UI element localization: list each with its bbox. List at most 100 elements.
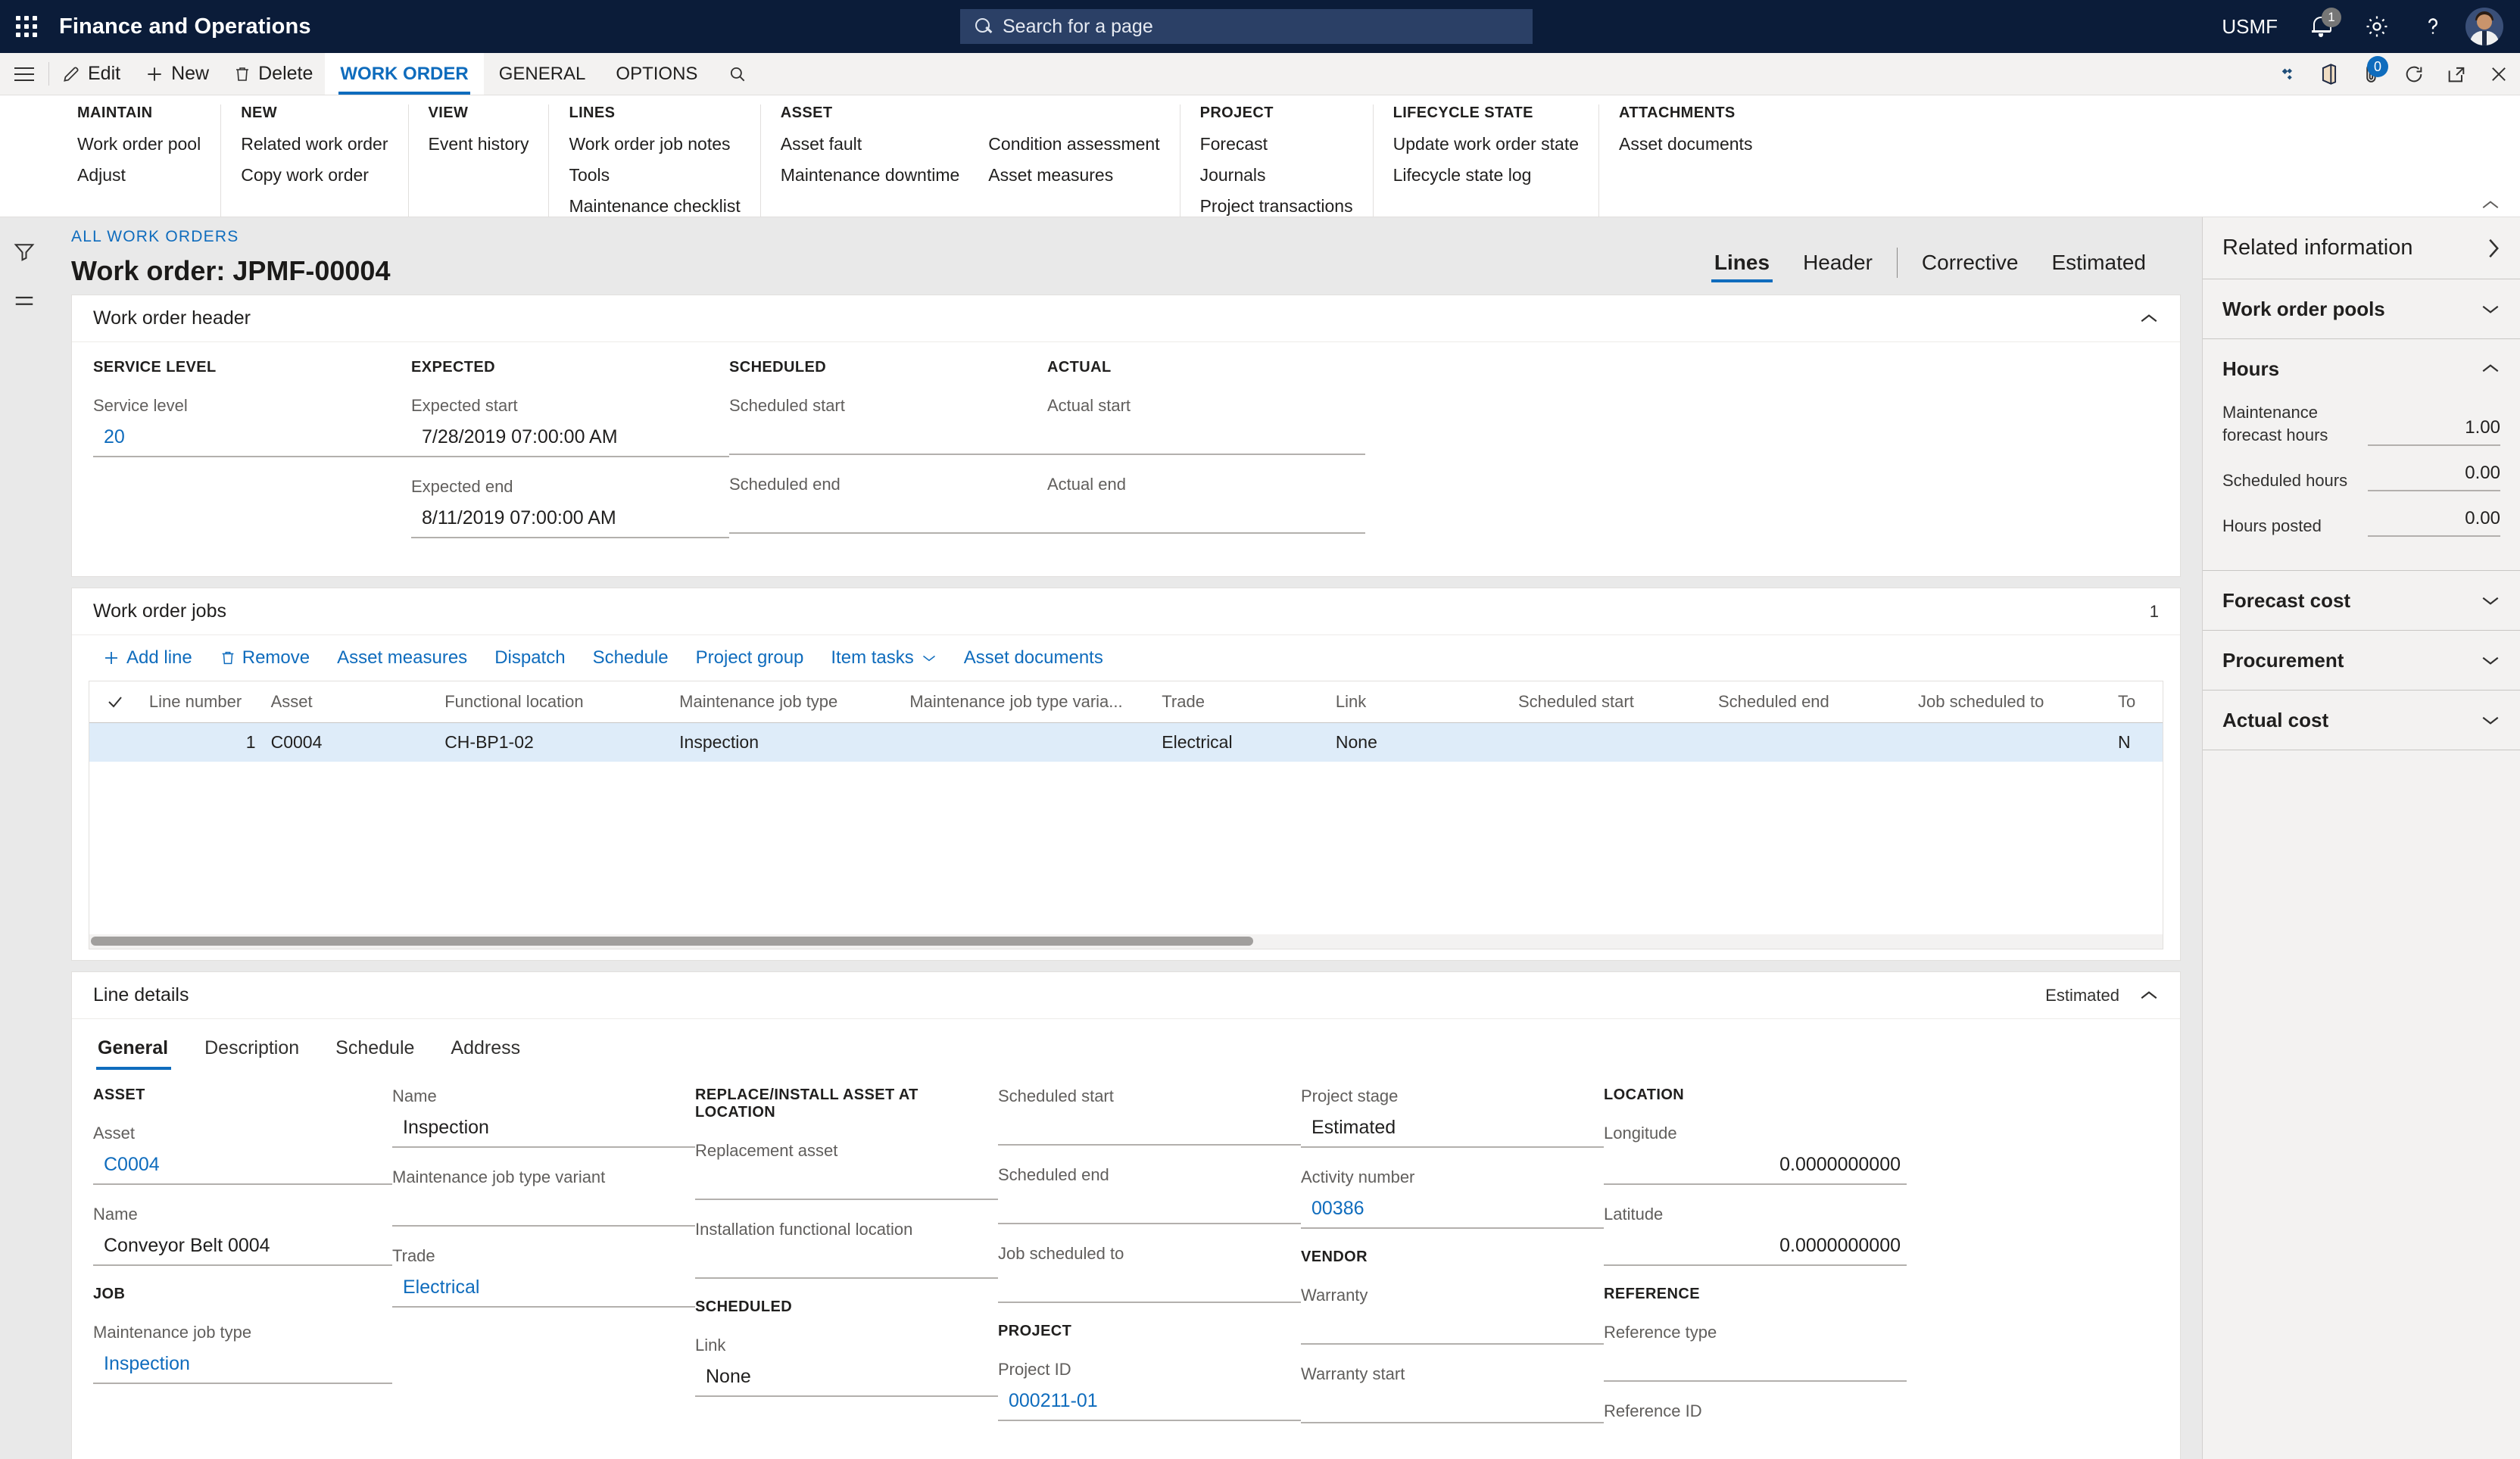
- help-button[interactable]: [2405, 0, 2461, 53]
- cell-asset[interactable]: C0004: [263, 722, 438, 762]
- page-tab-corrective[interactable]: Corrective: [1905, 246, 2035, 279]
- cell-maintenance-job-type[interactable]: Inspection: [672, 722, 903, 762]
- grid-horizontal-scrollbar[interactable]: [89, 934, 2163, 949]
- grid-column-header-scheduled-end[interactable]: Scheduled end: [1710, 681, 1911, 723]
- field-value-maintenance-job-type-variant[interactable]: [392, 1196, 695, 1227]
- tab-options[interactable]: OPTIONS: [600, 53, 713, 95]
- jobs-toolbar-project-group[interactable]: Project group: [682, 643, 818, 673]
- page-tab-estimated[interactable]: Estimated: [2035, 246, 2163, 279]
- open-in-new-window-icon[interactable]: [2435, 53, 2478, 95]
- chevron-down-icon[interactable]: [922, 653, 937, 663]
- grid-column-header-trade[interactable]: Trade: [1154, 681, 1328, 723]
- field-value-link[interactable]: None: [695, 1364, 998, 1397]
- line-details-card-head[interactable]: Line details Estimated: [72, 972, 2180, 1019]
- page-tab-header[interactable]: Header: [1786, 246, 1889, 279]
- field-value-scheduled-end[interactable]: [729, 503, 1047, 534]
- chevron-up-icon[interactable]: [2139, 989, 2159, 1002]
- notifications-button[interactable]: 1: [2293, 0, 2349, 53]
- work-order-jobs-card-head[interactable]: Work order jobs 1: [72, 588, 2180, 635]
- action-pane-search-button[interactable]: [713, 53, 763, 95]
- close-icon[interactable]: [2478, 53, 2520, 95]
- cell-job-scheduled-to[interactable]: [1910, 722, 2111, 762]
- grid-column-header-maintenance-job-type-varia[interactable]: Maintenance job type varia...: [902, 681, 1155, 723]
- field-value-name[interactable]: Conveyor Belt 0004: [93, 1233, 392, 1266]
- filter-icon[interactable]: [13, 240, 36, 263]
- grid-column-header-link[interactable]: Link: [1327, 681, 1511, 723]
- field-value-warranty[interactable]: [1301, 1314, 1604, 1345]
- global-search-input[interactable]: Search for a page: [960, 9, 1533, 44]
- cell-functional-location[interactable]: CH-BP1-02: [437, 722, 672, 762]
- jobs-toolbar-item-tasks[interactable]: Item tasks: [817, 643, 950, 673]
- ribbon-item-event-history[interactable]: Event history: [429, 134, 529, 154]
- field-value-actual-start[interactable]: [1047, 425, 1365, 455]
- field-value-longitude[interactable]: 0.0000000000: [1604, 1152, 1907, 1185]
- grid-column-header-line-number[interactable]: Line number: [141, 681, 264, 723]
- jobs-toolbar-dispatch[interactable]: Dispatch: [481, 643, 579, 673]
- list-icon[interactable]: [13, 290, 36, 313]
- field-value-activity-number[interactable]: 00386: [1301, 1196, 1604, 1229]
- related-section-header-work-order-pools[interactable]: Work order pools: [2203, 279, 2520, 338]
- ribbon-item-asset-documents[interactable]: Asset documents: [1619, 134, 1752, 154]
- field-value-latitude[interactable]: 0.0000000000: [1604, 1233, 1907, 1266]
- related-field-value-maintenance-forecast-hours[interactable]: 1.00: [2368, 417, 2500, 447]
- field-value-project-stage[interactable]: Estimated: [1301, 1115, 1604, 1148]
- line-details-tab-general[interactable]: General: [93, 1030, 186, 1070]
- cell-to[interactable]: N: [2110, 722, 2163, 762]
- attachments-icon[interactable]: 0: [2350, 53, 2393, 95]
- ribbon-item-update-work-order-state[interactable]: Update work order state: [1393, 134, 1579, 154]
- grid-column-header-scheduled-start[interactable]: Scheduled start: [1510, 681, 1711, 723]
- jobs-toolbar-asset-measures[interactable]: Asset measures: [323, 643, 481, 673]
- chevron-up-icon[interactable]: [2481, 362, 2500, 376]
- ribbon-item-related-work-order[interactable]: Related work order: [241, 134, 388, 154]
- ribbon-item-adjust[interactable]: Adjust: [77, 165, 201, 185]
- new-button[interactable]: New: [133, 53, 221, 95]
- field-value-reference-id[interactable]: [1604, 1430, 1907, 1459]
- cell-line-number[interactable]: 1: [141, 722, 264, 762]
- chevron-right-icon[interactable]: [2485, 237, 2500, 260]
- tab-general[interactable]: GENERAL: [484, 53, 601, 95]
- delete-button[interactable]: Delete: [221, 53, 325, 95]
- grid-column-header-asset[interactable]: Asset: [263, 681, 438, 723]
- field-value-actual-end[interactable]: [1047, 503, 1365, 534]
- line-details-tab-schedule[interactable]: Schedule: [317, 1030, 432, 1070]
- field-value-job-scheduled-to[interactable]: [998, 1273, 1301, 1303]
- cell-link[interactable]: None: [1327, 722, 1511, 762]
- row-checkbox[interactable]: [89, 722, 142, 762]
- related-section-header-actual-cost[interactable]: Actual cost: [2203, 691, 2520, 750]
- ribbon-item-condition-assessment[interactable]: Condition assessment: [988, 134, 1159, 154]
- company-selector[interactable]: USMF: [2207, 0, 2293, 53]
- field-value-service-level[interactable]: 20: [93, 425, 411, 457]
- hamburger-icon[interactable]: [0, 53, 48, 95]
- cell-scheduled-start[interactable]: [1510, 722, 1711, 762]
- related-section-header-procurement[interactable]: Procurement: [2203, 631, 2520, 690]
- ribbon-collapse-icon[interactable]: [2481, 198, 2500, 212]
- ribbon-item-tools[interactable]: Tools: [569, 165, 740, 185]
- field-value-expected-end[interactable]: 8/11/2019 07:00:00 AM: [411, 506, 729, 538]
- chevron-up-icon[interactable]: [2139, 312, 2159, 326]
- ribbon-item-asset-fault[interactable]: Asset fault: [781, 134, 960, 154]
- scrollbar-thumb[interactable]: [91, 937, 1253, 946]
- ribbon-item-asset-measures[interactable]: Asset measures: [988, 165, 1159, 185]
- field-value-warranty-start[interactable]: [1301, 1393, 1604, 1423]
- field-value-name[interactable]: Inspection: [392, 1115, 695, 1148]
- related-section-header-forecast-cost[interactable]: Forecast cost: [2203, 571, 2520, 630]
- chevron-down-icon[interactable]: [2481, 653, 2500, 667]
- tab-work-order[interactable]: WORK ORDER: [325, 53, 484, 95]
- edit-button[interactable]: Edit: [49, 53, 133, 95]
- grid-column-header-functional-location[interactable]: Functional location: [437, 681, 672, 723]
- cell-scheduled-end[interactable]: [1710, 722, 1911, 762]
- avatar[interactable]: [2465, 8, 2503, 45]
- field-value-scheduled-start[interactable]: [998, 1115, 1301, 1146]
- breadcrumb[interactable]: ALL WORK ORDERS: [71, 228, 390, 246]
- line-details-tab-description[interactable]: Description: [186, 1030, 317, 1070]
- jobs-toolbar-add-line[interactable]: Add line: [89, 643, 206, 673]
- ribbon-item-maintenance-checklist[interactable]: Maintenance checklist: [569, 196, 740, 217]
- app-launcher-icon[interactable]: [0, 0, 53, 53]
- cell-maintenance-job-type-variant[interactable]: [902, 722, 1155, 762]
- field-value-asset[interactable]: C0004: [93, 1152, 392, 1185]
- power-platform-icon[interactable]: [2266, 53, 2308, 95]
- field-value-scheduled-end[interactable]: [998, 1194, 1301, 1224]
- ribbon-item-copy-work-order[interactable]: Copy work order: [241, 165, 388, 185]
- chevron-down-icon[interactable]: [2481, 713, 2500, 727]
- ribbon-item-journals[interactable]: Journals: [1200, 165, 1353, 185]
